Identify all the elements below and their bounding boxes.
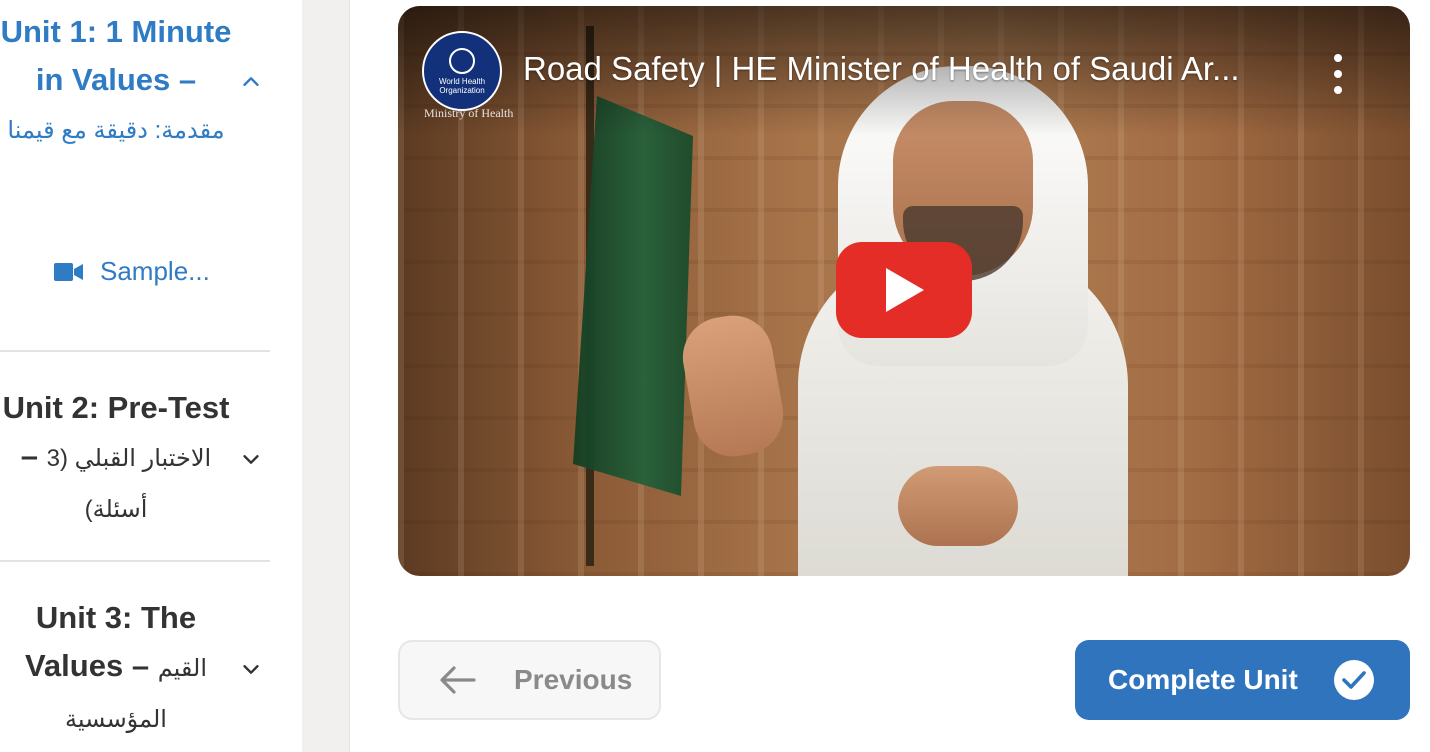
sidebar-divider [0, 350, 270, 352]
arrow-left-icon [440, 666, 476, 694]
unit-3-header[interactable]: Unit 3: The Values – القيم المؤسسية [0, 594, 270, 744]
play-button[interactable] [836, 242, 972, 338]
unit-1-title-ar: مقدمة: دقيقة مع قيمنا [7, 117, 225, 144]
play-icon [886, 268, 924, 312]
chevron-up-icon[interactable] [232, 71, 270, 93]
sidebar-divider [0, 560, 270, 562]
unit-2-title: Unit 2: Pre-Test – الاختبار القبلي (3 أس… [0, 384, 232, 534]
lesson-item-sample[interactable]: Sample... [54, 256, 210, 287]
complete-unit-button[interactable]: Complete Unit [1075, 640, 1410, 720]
sidebar-gutter [302, 0, 350, 752]
video-camera-icon [54, 262, 83, 281]
unit-1-header[interactable]: Unit 1: 1 Minute in Values – مقدمة: دقيق… [0, 8, 270, 155]
checkmark-icon [1334, 660, 1374, 700]
more-options-icon[interactable] [1326, 54, 1350, 94]
ministry-watermark: Ministry of Health [424, 106, 514, 120]
unit-1-title-en: Unit 1: 1 Minute in Values – [0, 14, 232, 97]
unit-1-title: Unit 1: 1 Minute in Values – مقدمة: دقيق… [0, 8, 232, 155]
globe-icon [449, 47, 475, 74]
video-title[interactable]: Road Safety | HE Minister of Health of S… [523, 50, 1313, 88]
unit-2-header[interactable]: Unit 2: Pre-Test – الاختبار القبلي (3 أس… [0, 384, 270, 534]
chevron-down-icon[interactable] [232, 448, 270, 470]
unit-3-title: Unit 3: The Values – القيم المؤسسية [0, 594, 232, 744]
video-player[interactable]: World Health Organization Ministry of He… [398, 6, 1410, 576]
complete-unit-label: Complete Unit [1108, 664, 1298, 695]
lesson-item-label: Sample... [100, 256, 210, 286]
unit-2-title-ar: الاختبار القبلي (3 أسئلة) [46, 445, 212, 523]
previous-button[interactable]: Previous [398, 640, 661, 720]
channel-logo-text: World Health Organization [438, 76, 486, 95]
course-sidebar: Unit 1: 1 Minute in Values – مقدمة: دقيق… [0, 0, 302, 752]
chevron-down-icon[interactable] [232, 658, 270, 680]
previous-label: Previous [514, 664, 633, 695]
channel-avatar[interactable]: World Health Organization [422, 31, 502, 111]
